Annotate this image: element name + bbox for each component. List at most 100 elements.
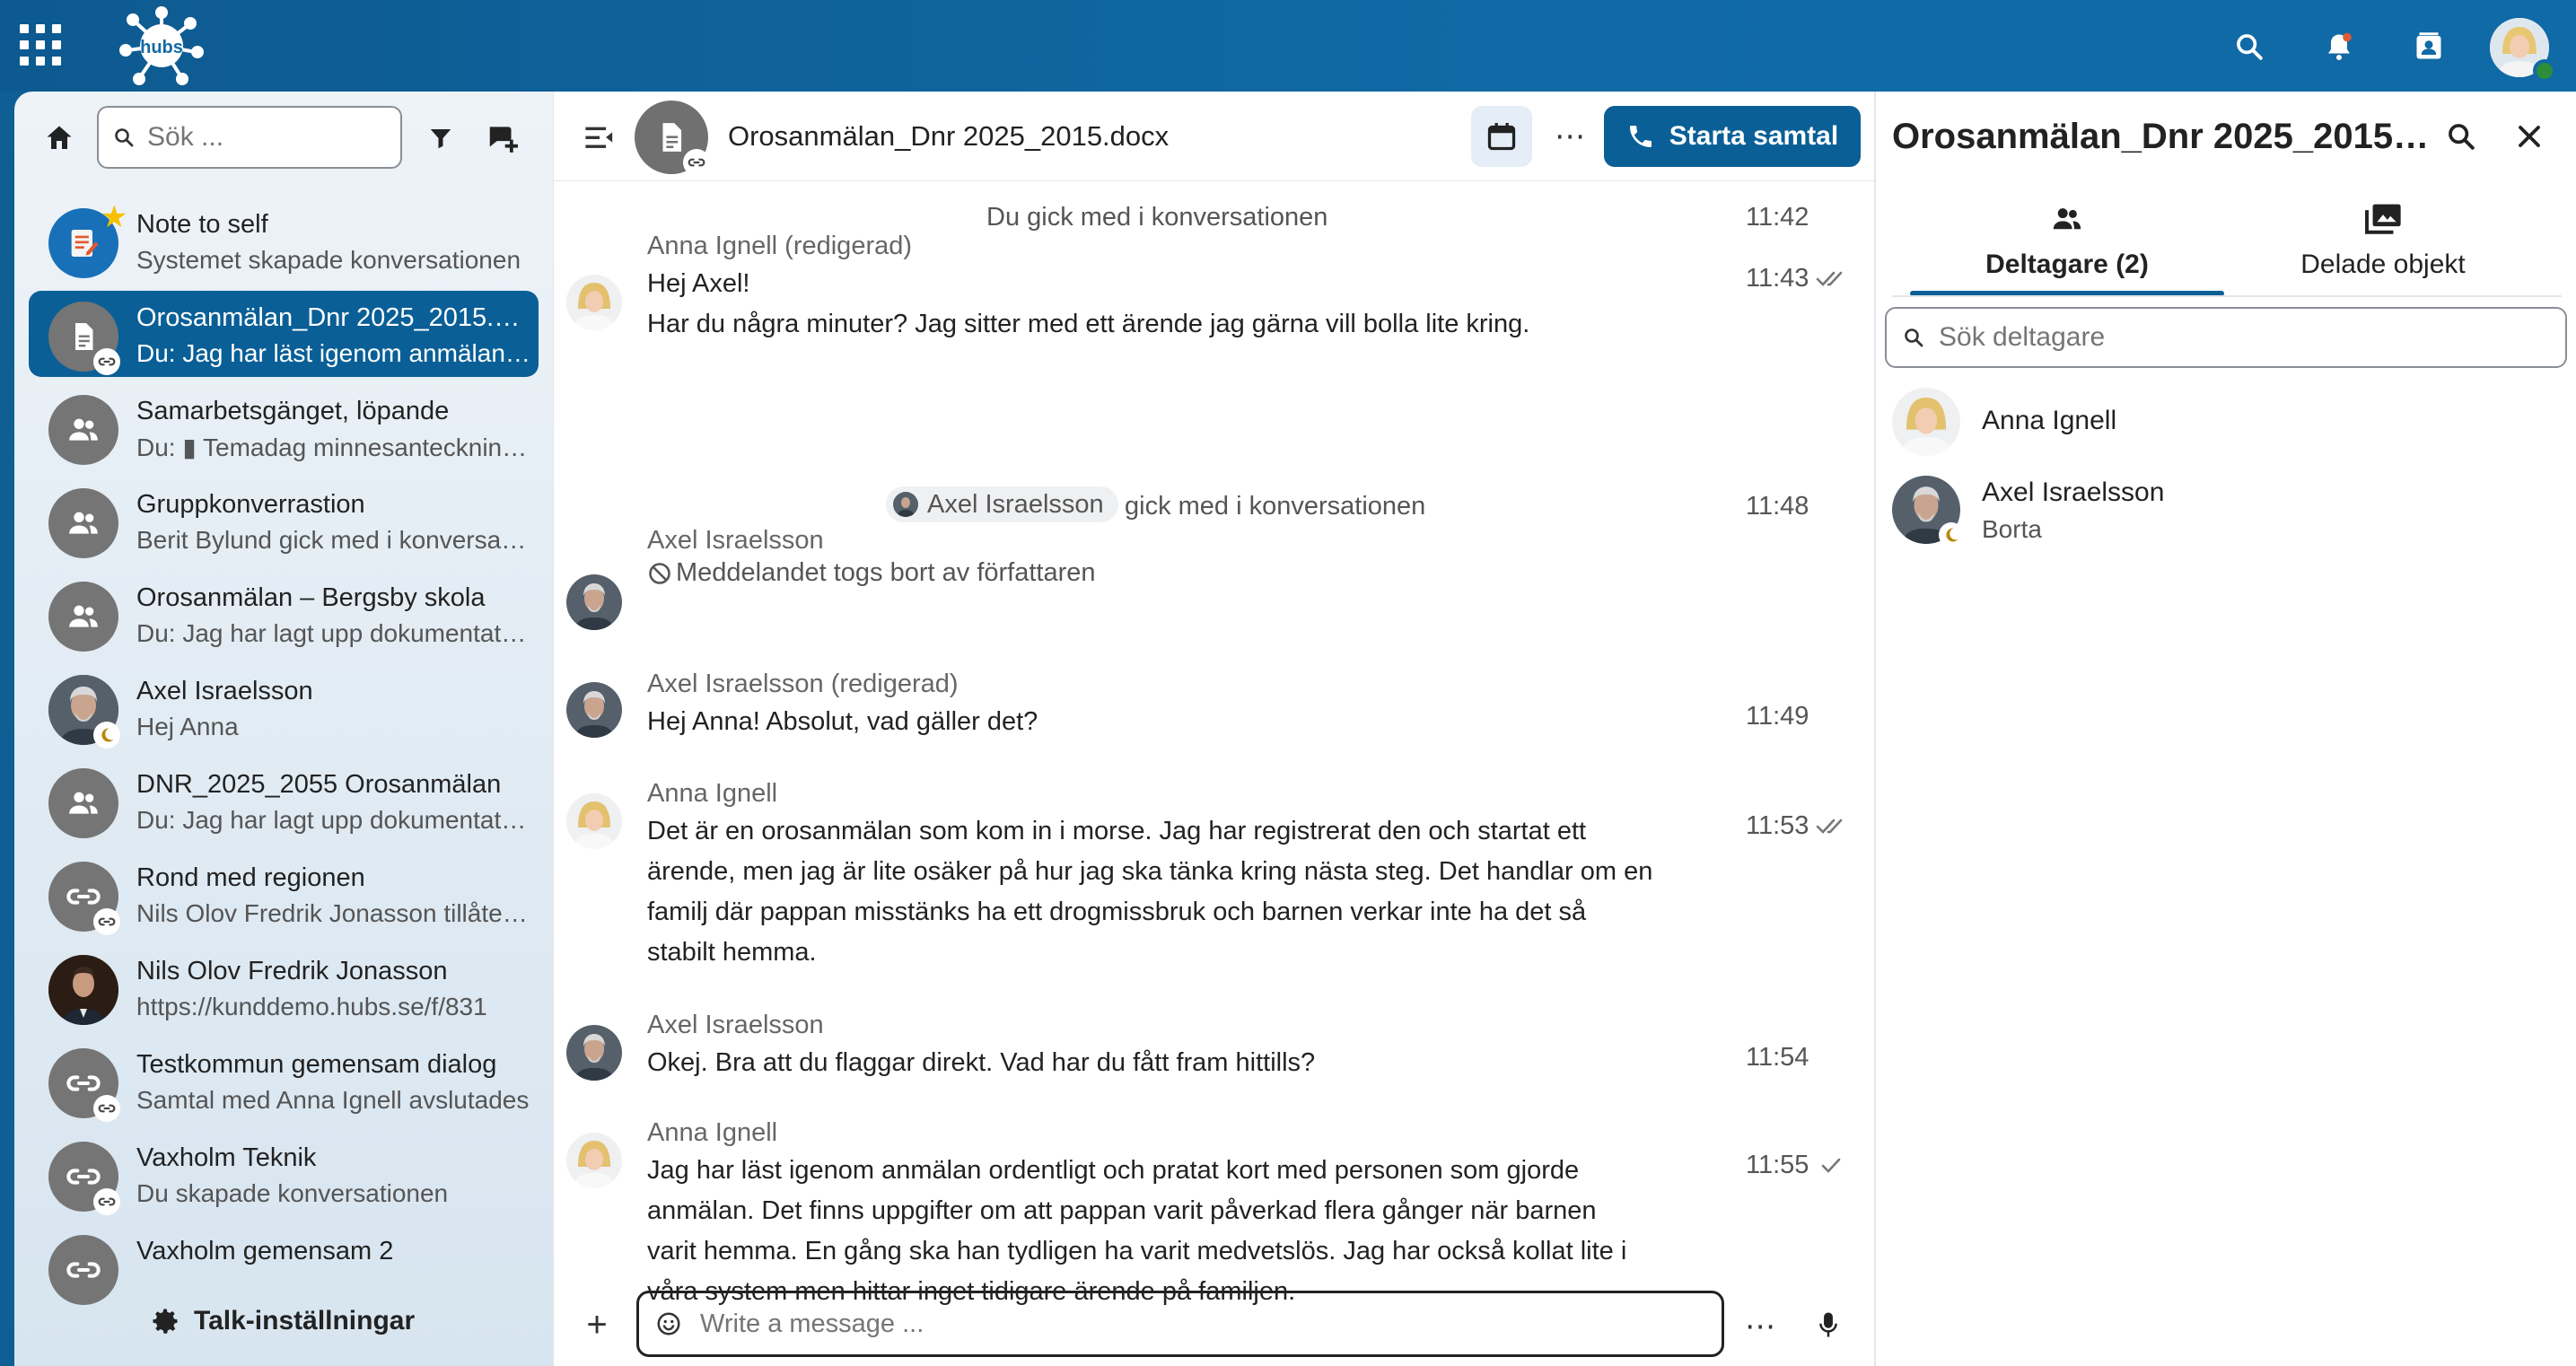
conversation-preview: Samtal med Anna Ignell avslutades [136,1086,530,1114]
participant-status: Borta [1982,515,2042,543]
message-text[interactable]: Hej Axel! Har du några minuter? Jag sitt… [647,264,1706,345]
link-icon [683,149,710,176]
conversation-preview: Systemet skapade konversationen [136,246,521,274]
message-line: Jag har läst igenom anmälan ordentligt o… [647,1156,1580,1185]
search-icon [2449,124,2475,150]
talk-settings-button[interactable]: Talk-inställningar [149,1294,415,1348]
conversation-item[interactable]: Vaxholm Teknik Du skapade konversationen [29,1131,539,1217]
link-icon [93,1095,120,1122]
link-icon [93,348,120,375]
conversation-item[interactable]: Gruppkonverrastion Berit Bylund gick med… [29,477,539,564]
conversation-list: ★ Note to self Systemet skapade konversa… [14,197,553,1355]
participant-name: Anna Ignell [1982,406,2117,435]
filter-button[interactable] [418,115,463,162]
composer-more-button[interactable]: ⋯ [1742,1309,1778,1344]
conversation-search[interactable] [97,106,402,169]
logo-text: hubs [140,38,183,57]
avatar [893,492,918,517]
conversation-item[interactable]: Rond med regionen Nils Olov Fredrik Jona… [29,851,539,937]
conversation-item[interactable]: Axel Israelsson Hej Anna [29,664,539,750]
conversation-name: Gruppkonverrastion [136,490,365,519]
new-conversation-button[interactable] [479,115,526,162]
avatar[interactable] [566,682,622,738]
message-composer: + ⋯ [554,1285,1875,1366]
tab-participants[interactable]: Deltagare (2) [1910,197,2224,296]
chat-plus-icon [489,127,518,153]
message-line: familj där pappan misstänks ha ett drogm… [647,898,1587,926]
conversation-preview: Berit Bylund gick med i konversationen [136,526,531,554]
message-text[interactable]: Okej. Bra att du flaggar direkt. Vad har… [647,1043,1706,1083]
hubs-logo[interactable]: hubs [118,5,205,86]
chat-panel: Orosanmälan_Dnr 2025_2015.docx ⋯ Starta … [553,92,1875,1366]
conversation-sidebar: ★ Note to self Systemet skapade konversa… [14,92,553,1366]
participant-name: Axel Israelsson [1982,477,2165,507]
message-line: anmälan. Det finns uppgifter om att papp… [647,1196,1597,1225]
conversation-item[interactable]: Testkommun gemensam dialog Samtal med An… [29,1038,539,1124]
conversation-item[interactable]: DNR_2025_2055 Orosanmälan Du: Jag har la… [29,757,539,844]
conversation-preview: https://kunddemo.hubs.se/f/831 [136,993,487,1020]
toggle-sidebar-button[interactable] [581,118,618,156]
participant-search-input[interactable] [1939,322,2549,353]
tab-shared-items[interactable]: Delade objekt [2226,197,2540,296]
away-moon-icon [93,722,120,749]
conversation-item[interactable]: Samarbetsgänget, löpande Du: ▮ Temadag m… [29,384,539,470]
mention-chip[interactable]: Axel Israelsson [886,486,1118,522]
search-icon[interactable] [2230,27,2269,66]
conversation-name: Vaxholm Teknik [136,1143,317,1172]
deleted-message: Meddelandet togs bort av författaren [647,558,1096,588]
conversation-search-input[interactable] [147,122,372,153]
emoji-icon[interactable] [655,1310,682,1337]
close-sidebar-button[interactable] [2510,117,2549,156]
start-call-label: Starta samtal [1669,121,1839,151]
message-text[interactable]: Det är en orosanmälan som kom in i morse… [647,811,1706,973]
talk-settings-label: Talk-inställningar [194,1306,416,1335]
contacts-icon[interactable] [2409,27,2449,66]
app-menu-icon[interactable] [20,24,61,66]
message-line: Hej Axel! [647,269,750,298]
conversation-name: Orosanmälan_Dnr 2025_2015.docx [136,303,531,332]
system-message: Du gick med i konversationen [986,203,1328,232]
chat-header: Orosanmälan_Dnr 2025_2015.docx ⋯ Starta … [554,92,1875,181]
attach-button[interactable]: + [579,1305,615,1344]
message-line: Har du några minuter? Jag sitter med ett… [647,310,1530,338]
double-check-icon [1816,271,1843,286]
participant-item[interactable]: Axel Israelsson Borta [1892,476,2556,547]
file-icon [662,123,682,152]
avatar[interactable] [566,1025,622,1081]
search-messages-button[interactable] [2441,117,2481,156]
participant-search[interactable] [1885,307,2567,368]
message-line: ärende, men jag är lite osäker på hur ja… [647,857,1653,886]
schedule-meeting-button[interactable] [1471,106,1532,167]
conversation-item[interactable]: Orosanmälan – Bergsby skola Du: Jag har … [29,571,539,657]
message-time: 11:54 [1746,1043,1809,1072]
bell-icon[interactable] [2319,27,2359,66]
menu-collapse-icon [585,127,613,148]
avatar[interactable] [566,275,622,330]
home-icon [47,126,72,149]
voice-message-button[interactable] [1810,1307,1846,1343]
details-title: Orosanmälan_Dnr 2025_2015.docx [1892,117,2431,156]
conversation-item[interactable]: ★ Note to self Systemet skapade konversa… [29,197,539,284]
conversation-item-active[interactable]: Orosanmälan_Dnr 2025_2015.docx Du: Jag h… [29,291,539,377]
avatar[interactable] [566,793,622,849]
filter-icon [430,129,451,149]
start-call-button[interactable]: Starta samtal [1604,106,1861,167]
home-button[interactable] [36,115,83,162]
avatar[interactable] [566,574,622,630]
conversation-preview: Du: ▮ Temadag minnesanteckningar [136,433,531,461]
more-options-button[interactable]: ⋯ [1550,117,1590,156]
message-text[interactable]: Hej Anna! Absolut, vad gäller det? [647,702,1706,742]
conversation-avatar[interactable] [635,101,710,176]
avatar[interactable] [566,1133,622,1188]
participant-item[interactable]: Anna Ignell [1892,388,2556,460]
message-time: 11:48 [1746,492,1809,521]
tab-shared-label: Delade objekt [2300,250,2466,279]
message-input-box[interactable] [636,1291,1724,1357]
check-icon [1821,1158,1841,1173]
message-line: Hej Anna! Absolut, vad gäller det? [647,707,1038,736]
message-author: Axel Israelsson (redigerad) [647,670,959,698]
message-line: Det är en orosanmälan som kom in i morse… [647,817,1587,845]
message-input[interactable] [700,1309,1687,1339]
conversation-item[interactable]: Nils Olov Fredrik Jonasson https://kundd… [29,944,539,1030]
group-icon [48,768,118,838]
